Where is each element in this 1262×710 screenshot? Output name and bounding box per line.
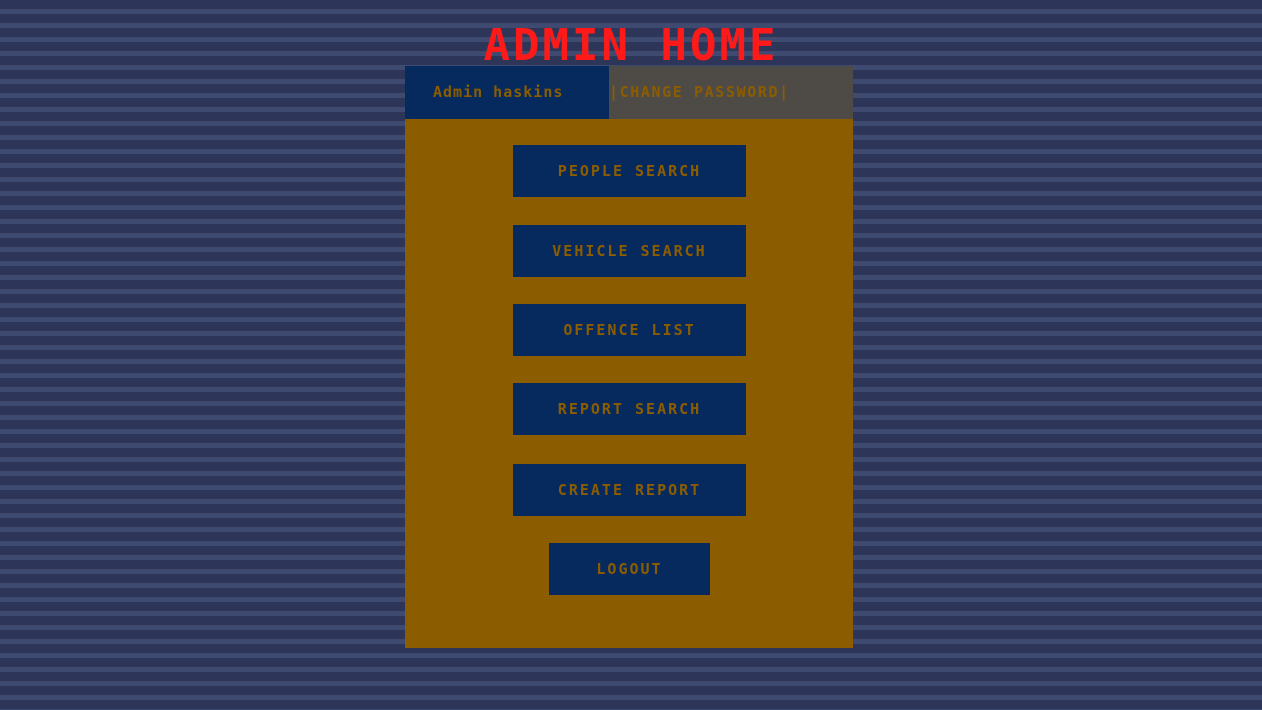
user-label: Admin haskins: [405, 66, 609, 119]
logout-button[interactable]: LOGOUT: [549, 543, 710, 595]
change-password-link[interactable]: |CHANGE PASSWORD|: [609, 66, 853, 119]
people-search-button[interactable]: PEOPLE SEARCH: [513, 145, 746, 197]
admin-panel: Admin haskins |CHANGE PASSWORD| PEOPLE S…: [405, 66, 853, 648]
admin-topbar: Admin haskins |CHANGE PASSWORD|: [405, 66, 853, 119]
create-report-button[interactable]: CREATE REPORT: [513, 464, 746, 516]
report-search-button[interactable]: REPORT SEARCH: [513, 383, 746, 435]
offence-list-button[interactable]: OFFENCE LIST: [513, 304, 746, 356]
vehicle-search-button[interactable]: VEHICLE SEARCH: [513, 225, 746, 277]
